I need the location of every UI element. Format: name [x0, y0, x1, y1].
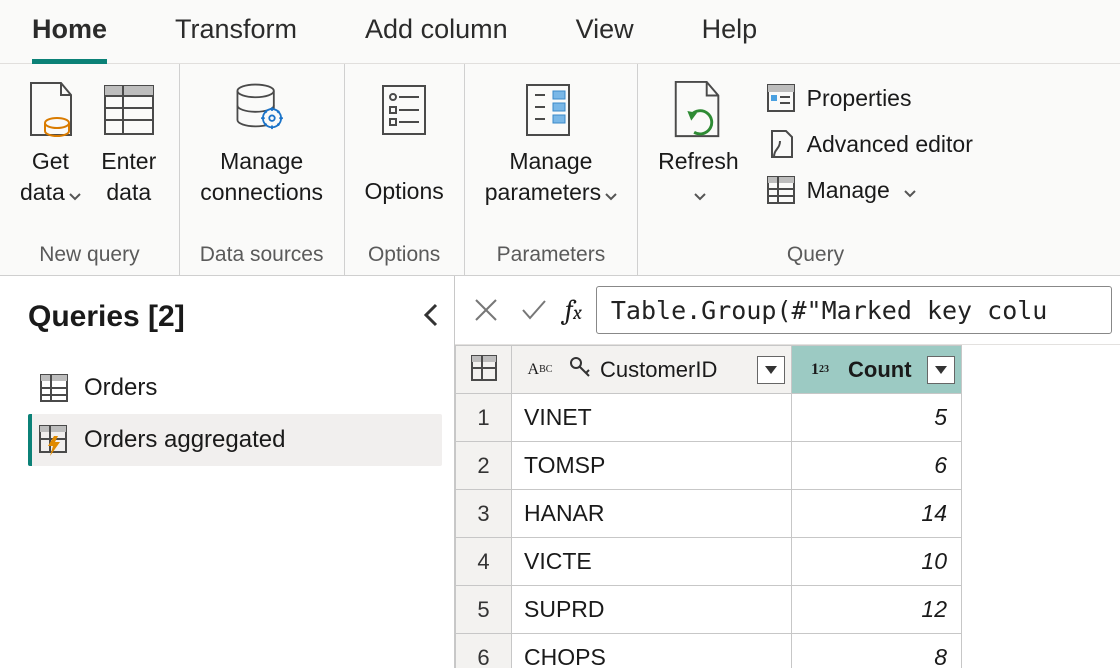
number-type-icon: 123	[800, 361, 840, 379]
text-type-icon: ABC	[520, 361, 560, 379]
table-row[interactable]: 1 VINET 5	[456, 394, 962, 442]
table-row[interactable]: 5 SUPRD 12	[456, 586, 962, 634]
advanced-editor-label: Advanced editor	[807, 131, 973, 158]
group-caption-options: Options	[368, 239, 440, 267]
data-grid: ABC CustomerID	[455, 345, 962, 668]
manage-parameters-label: Manage parameters	[485, 148, 601, 205]
enter-data-label: Enter data	[101, 146, 156, 208]
key-icon	[568, 355, 592, 385]
row-number: 4	[456, 538, 512, 586]
query-item-orders[interactable]: Orders	[28, 362, 442, 414]
query-item-orders-aggregated[interactable]: Orders aggregated	[28, 414, 442, 466]
column-header-customerid[interactable]: ABC CustomerID	[512, 346, 792, 394]
cell-count[interactable]: 8	[792, 634, 962, 668]
formula-input[interactable]	[596, 286, 1112, 334]
cell-customerid[interactable]: CHOPS	[512, 634, 792, 668]
tab-home[interactable]: Home	[32, 14, 107, 63]
column-filter-icon[interactable]	[927, 356, 955, 384]
cell-customerid[interactable]: VICTE	[512, 538, 792, 586]
table-row[interactable]: 4 VICTE 10	[456, 538, 962, 586]
get-data-icon	[20, 80, 80, 140]
parameters-icon	[521, 80, 581, 140]
table-row[interactable]: 6 CHOPS 8	[456, 634, 962, 668]
tab-help[interactable]: Help	[702, 14, 758, 63]
options-label: Options	[365, 146, 444, 207]
cell-count[interactable]: 6	[792, 442, 962, 490]
commit-step-icon[interactable]	[517, 293, 551, 327]
cell-customerid[interactable]: TOMSP	[512, 442, 792, 490]
cell-customerid[interactable]: SUPRD	[512, 586, 792, 634]
fx-icon[interactable]: fx	[565, 294, 582, 326]
cell-customerid[interactable]: VINET	[512, 394, 792, 442]
advanced-editor-icon	[765, 128, 797, 160]
chevron-down-icon	[694, 178, 706, 209]
tab-transform[interactable]: Transform	[175, 14, 297, 63]
queries-pane: Queries [2] Orders	[0, 276, 455, 668]
formula-bar: fx	[455, 276, 1120, 345]
row-number: 1	[456, 394, 512, 442]
enter-data-icon	[99, 80, 159, 140]
row-number: 5	[456, 586, 512, 634]
group-options: Options Options	[345, 64, 465, 275]
column-name: CustomerID	[600, 357, 717, 383]
manage-connections-label: Manage connections	[200, 146, 323, 208]
table-icon	[38, 372, 70, 404]
get-data-button[interactable]: Get data	[20, 74, 81, 209]
chevron-down-icon	[69, 178, 81, 209]
options-button[interactable]: Options	[365, 74, 444, 207]
cell-customerid[interactable]: HANAR	[512, 490, 792, 538]
group-caption-parameters: Parameters	[497, 239, 606, 267]
grid-corner-icon[interactable]	[456, 346, 512, 394]
properties-icon	[765, 82, 797, 114]
cell-count[interactable]: 14	[792, 490, 962, 538]
properties-label: Properties	[807, 85, 912, 112]
group-caption-data-sources: Data sources	[200, 239, 324, 267]
query-item-label: Orders aggregated	[84, 426, 285, 454]
manage-button[interactable]: Manage	[765, 174, 973, 206]
column-header-count[interactable]: 123 Count	[792, 346, 962, 394]
group-new-query: Get data Enter data New query	[0, 64, 180, 275]
refresh-icon	[668, 80, 728, 140]
tab-view[interactable]: View	[576, 14, 634, 63]
queries-title: Queries [2]	[28, 300, 185, 334]
preview-area: fx	[455, 276, 1120, 668]
group-parameters: Manage parameters Parameters	[465, 64, 638, 275]
manage-icon	[765, 174, 797, 206]
row-number: 3	[456, 490, 512, 538]
manage-parameters-button[interactable]: Manage parameters	[485, 74, 617, 209]
properties-button[interactable]: Properties	[765, 82, 973, 114]
collapse-queries-icon[interactable]	[422, 301, 442, 333]
cell-count[interactable]: 10	[792, 538, 962, 586]
group-caption-new-query: New query	[39, 239, 139, 267]
cell-count[interactable]: 5	[792, 394, 962, 442]
refresh-button[interactable]: Refresh	[658, 74, 739, 209]
database-gear-icon	[232, 80, 292, 140]
refresh-label: Refresh	[658, 148, 739, 174]
cancel-step-icon[interactable]	[469, 293, 503, 327]
table-bolt-icon	[38, 424, 70, 456]
get-data-label: Get data	[20, 148, 69, 205]
table-row[interactable]: 2 TOMSP 6	[456, 442, 962, 490]
group-data-sources: Manage connections Data sources	[180, 64, 345, 275]
options-icon	[374, 80, 434, 140]
manage-connections-button[interactable]: Manage connections	[200, 74, 323, 208]
chevron-down-icon	[904, 177, 916, 204]
group-caption-query: Query	[787, 239, 844, 267]
top-tabs: Home Transform Add column View Help	[0, 0, 1120, 64]
manage-label: Manage	[807, 177, 890, 204]
query-item-label: Orders	[84, 374, 157, 402]
content-area: Queries [2] Orders	[0, 276, 1120, 668]
enter-data-button[interactable]: Enter data	[99, 74, 159, 208]
row-number: 2	[456, 442, 512, 490]
table-row[interactable]: 3 HANAR 14	[456, 490, 962, 538]
cell-count[interactable]: 12	[792, 586, 962, 634]
tab-add-column[interactable]: Add column	[365, 14, 508, 63]
chevron-down-icon	[605, 178, 617, 209]
column-filter-icon[interactable]	[757, 356, 785, 384]
row-number: 6	[456, 634, 512, 668]
column-name: Count	[848, 357, 912, 383]
group-query: Refresh Properties	[638, 64, 979, 275]
ribbon: Get data Enter data New query	[0, 64, 1120, 276]
advanced-editor-button[interactable]: Advanced editor	[765, 128, 973, 160]
